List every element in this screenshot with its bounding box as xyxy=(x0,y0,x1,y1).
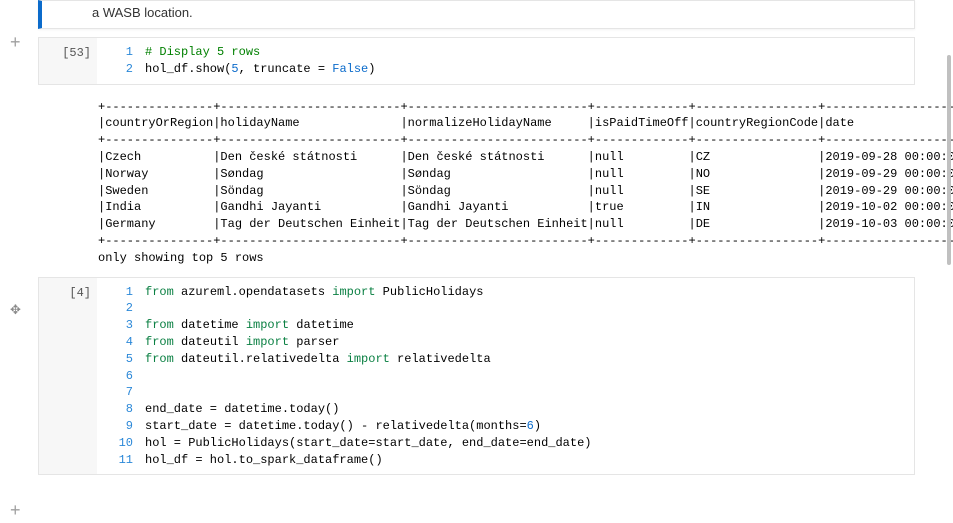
add-cell-button-top[interactable]: + xyxy=(10,32,21,53)
line-number: 5 xyxy=(107,351,133,368)
cell-output: +---------------+-----------------------… xyxy=(98,99,915,267)
add-cell-button-bottom[interactable]: + xyxy=(10,500,21,521)
move-cell-icon[interactable]: ✥ xyxy=(10,302,21,318)
code-line[interactable]: 6 xyxy=(107,368,904,385)
line-number: 1 xyxy=(107,44,133,61)
line-number: 11 xyxy=(107,452,133,469)
code-cell-1[interactable]: [53] 1# Display 5 rows2hol_df.show(5, tr… xyxy=(38,37,915,85)
code-line[interactable]: 5from dateutil.relativedelta import rela… xyxy=(107,351,904,368)
scrollbar[interactable] xyxy=(947,55,951,265)
code-line[interactable]: 11hol_df = hol.to_spark_dataframe() xyxy=(107,452,904,469)
line-number: 4 xyxy=(107,334,133,351)
execution-count: [53] xyxy=(39,38,97,84)
banner-text: a WASB location. xyxy=(92,5,193,20)
line-number: 10 xyxy=(107,435,133,452)
execution-count: [4] xyxy=(39,278,97,475)
code-line[interactable]: 1from azureml.opendatasets import Public… xyxy=(107,284,904,301)
line-number: 8 xyxy=(107,401,133,418)
line-number: 2 xyxy=(107,61,133,78)
line-number: 7 xyxy=(107,384,133,401)
code-line[interactable]: 4from dateutil import parser xyxy=(107,334,904,351)
code-line[interactable]: 2hol_df.show(5, truncate = False) xyxy=(107,61,904,78)
info-banner: a WASB location. xyxy=(38,0,915,29)
line-number: 6 xyxy=(107,368,133,385)
line-number: 9 xyxy=(107,418,133,435)
code-line[interactable]: 3from datetime import datetime xyxy=(107,317,904,334)
code-editor-2[interactable]: 1from azureml.opendatasets import Public… xyxy=(97,278,914,475)
code-line[interactable]: 2 xyxy=(107,300,904,317)
code-line[interactable]: 1# Display 5 rows xyxy=(107,44,904,61)
line-number: 1 xyxy=(107,284,133,301)
code-line[interactable]: 10hol = PublicHolidays(start_date=start_… xyxy=(107,435,904,452)
line-number: 3 xyxy=(107,317,133,334)
code-line[interactable]: 8end_date = datetime.today() xyxy=(107,401,904,418)
code-cell-2[interactable]: [4] 1from azureml.opendatasets import Pu… xyxy=(38,277,915,476)
line-number: 2 xyxy=(107,300,133,317)
code-editor-1[interactable]: 1# Display 5 rows2hol_df.show(5, truncat… xyxy=(97,38,914,84)
code-line[interactable]: 7 xyxy=(107,384,904,401)
code-line[interactable]: 9start_date = datetime.today() - relativ… xyxy=(107,418,904,435)
